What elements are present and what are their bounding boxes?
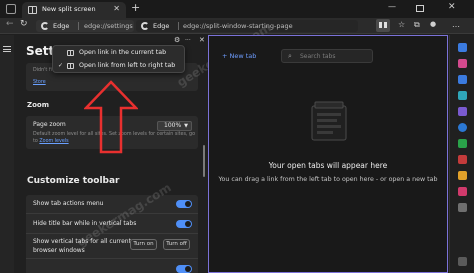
tab-close-icon[interactable]: ✕	[113, 4, 120, 13]
edge-sidebar	[449, 35, 474, 273]
window-close-button[interactable]: ✕	[448, 2, 456, 12]
new-tab-button[interactable]: +	[131, 1, 140, 14]
sidebar-shopping-icon[interactable]	[458, 59, 467, 68]
sidebar-settings-icon[interactable]	[458, 257, 467, 266]
right-url[interactable]: edge://split-window-starting-page	[183, 22, 293, 30]
sidebar-outlook-icon[interactable]	[458, 123, 467, 132]
menu-item-open-left-to-right[interactable]: ✓ Open link from left to right tab	[53, 60, 184, 72]
more-icon[interactable]: …	[452, 20, 460, 29]
minimize-button[interactable]: —	[388, 2, 396, 11]
next-toggle[interactable]	[176, 265, 192, 273]
show-tab-actions-label: Show tab actions menu	[33, 200, 104, 207]
collections-icon[interactable]: ⧉	[414, 20, 420, 30]
chevron-down-icon: ▼	[184, 123, 188, 129]
right-pane-address[interactable]: Edge edge://split-window-starting-page	[136, 20, 358, 32]
divider	[78, 22, 79, 30]
scrollbar-thumb[interactable]	[203, 145, 205, 177]
empty-state-heading: Your open tabs will appear here	[268, 161, 388, 170]
browser-tab[interactable]: New split screen ✕	[22, 2, 126, 18]
show-tab-actions-toggle[interactable]	[176, 200, 192, 208]
sidebar-app-icon[interactable]	[458, 187, 467, 196]
menu-item-label: Open link from left to right tab	[79, 62, 176, 69]
zoom-levels-link[interactable]: Zoom levels	[39, 139, 68, 144]
turn-off-button[interactable]: Turn off	[163, 239, 190, 250]
split-pane-toolbar: ⚙ ··· ✕	[172, 35, 207, 45]
edge-logo-icon	[141, 22, 149, 30]
sidebar-games-icon[interactable]	[458, 91, 467, 100]
zoom-heading: Zoom	[27, 101, 49, 109]
edge-logo-icon	[41, 22, 49, 30]
split-tab-icon	[28, 6, 37, 14]
left-url[interactable]: edge://settings	[84, 22, 133, 30]
sidebar-app-icon[interactable]	[458, 171, 467, 180]
search-placeholder: Search tabs	[300, 53, 336, 60]
split-tab-icon	[67, 63, 74, 69]
new-tab-link[interactable]: + New tab	[222, 52, 256, 60]
menu-item-label: Open link in the current tab	[79, 49, 167, 56]
hide-title-bar-label: Hide title bar while in vertical tabs	[33, 220, 137, 227]
customize-toolbar-heading: Customize toolbar	[27, 176, 120, 186]
store-link[interactable]: Store	[33, 80, 46, 85]
vertical-tabs-label-line2: browser windows	[33, 247, 85, 254]
split-link-menu: Open link in the current tab ✓ Open link…	[52, 45, 185, 73]
page-zoom-value: 100%	[164, 122, 182, 129]
split-options-icon[interactable]: ⚙	[174, 36, 180, 44]
divider	[178, 22, 179, 30]
menu-item-open-current-tab[interactable]: Open link in the current tab	[53, 47, 184, 59]
page-zoom-label: Page zoom	[33, 121, 66, 128]
tab-title: New split screen	[42, 5, 96, 13]
hide-title-bar-toggle[interactable]	[176, 220, 192, 228]
page-zoom-select[interactable]: 100% ▼	[157, 121, 192, 131]
app-menu-icon[interactable]	[6, 4, 16, 14]
empty-state-subtext: You can drag a link from the left tab to…	[218, 176, 438, 183]
sidebar-add-icon[interactable]	[458, 203, 467, 212]
back-icon[interactable]: ←	[6, 19, 14, 29]
left-brand-label: Edge	[53, 22, 70, 30]
vertical-tabs-label: Show vertical tabs for all current	[33, 238, 131, 245]
right-pane-split-start: + New tab ⌕ Search tabs Your open tabs w…	[208, 35, 448, 273]
tab-strip: New split screen ✕ + — ✕	[0, 0, 474, 18]
sidebar-search-icon[interactable]	[458, 43, 467, 52]
settings-nav-rail	[0, 35, 14, 273]
customize-toolbar-card: Show tab actions menu Hide title bar whi…	[26, 195, 198, 273]
card-description: Didn't fi	[33, 68, 52, 73]
tabs-illustration-icon	[311, 101, 347, 141]
refresh-icon[interactable]: ↻	[20, 19, 28, 29]
close-icon[interactable]: ✕	[199, 36, 205, 44]
check-icon: ✓	[58, 62, 64, 69]
sidebar-tools-icon[interactable]	[458, 75, 467, 84]
more-icon[interactable]: ···	[185, 37, 191, 44]
split-screen-icon[interactable]	[376, 19, 390, 32]
split-tab-icon	[67, 50, 74, 56]
right-brand-label: Edge	[153, 22, 170, 30]
address-bar: ← ↻ Edge edge://settings Edge edge://spl…	[0, 18, 474, 34]
profile-icon[interactable]: ●	[430, 20, 436, 28]
maximize-button[interactable]	[416, 5, 424, 12]
search-icon: ⌕	[288, 52, 292, 60]
turn-on-button[interactable]: Turn on	[130, 239, 157, 250]
left-pane-address[interactable]: Edge edge://settings	[36, 20, 134, 32]
menu-icon[interactable]	[3, 46, 11, 52]
sidebar-office-icon[interactable]	[458, 107, 467, 116]
annotation-arrow	[84, 80, 138, 154]
favorites-icon[interactable]: ☆	[398, 20, 405, 29]
search-tabs-input[interactable]: ⌕ Search tabs	[281, 49, 373, 63]
sidebar-app-icon[interactable]	[458, 155, 467, 164]
sidebar-drop-icon[interactable]	[458, 139, 467, 148]
